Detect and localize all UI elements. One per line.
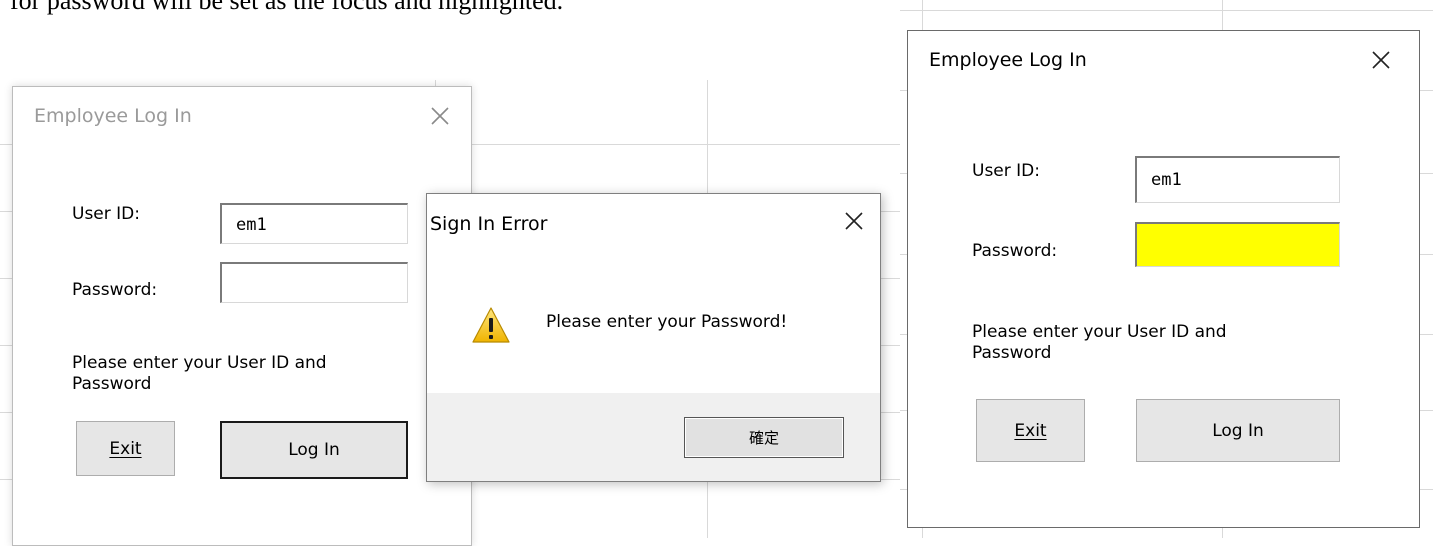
exit-button-label: Exit bbox=[109, 438, 142, 459]
sign-in-error-dialog: Sign In Error Please enter your Password… bbox=[426, 193, 881, 482]
exit-button[interactable]: Exit bbox=[976, 399, 1085, 462]
password-label: Password: bbox=[972, 241, 1058, 261]
login-dialog-left: Employee Log In User ID: em1 Password: P… bbox=[12, 86, 472, 546]
user-id-input[interactable]: em1 bbox=[220, 203, 408, 244]
login-button-label: Log In bbox=[1212, 420, 1264, 441]
dialog-title: Employee Log In bbox=[34, 105, 192, 127]
instruction-message: Please enter your User ID and Password bbox=[972, 322, 1227, 363]
error-dialog-title: Sign In Error bbox=[430, 213, 548, 235]
ok-button-label: 確定 bbox=[748, 429, 779, 447]
password-input[interactable] bbox=[220, 262, 408, 303]
exit-button-label: Exit bbox=[1014, 420, 1047, 441]
password-label: Password: bbox=[72, 280, 158, 300]
user-id-label: User ID: bbox=[972, 161, 1040, 181]
close-icon[interactable] bbox=[843, 210, 865, 232]
error-message: Please enter your Password! bbox=[546, 312, 788, 332]
user-id-label: User ID: bbox=[72, 204, 140, 224]
close-icon[interactable] bbox=[429, 105, 451, 127]
login-button[interactable]: Log In bbox=[220, 421, 408, 479]
exit-button[interactable]: Exit bbox=[76, 421, 175, 476]
document-caption: for password will be set as the focus an… bbox=[10, 0, 564, 15]
dialog-title: Employee Log In bbox=[929, 49, 1087, 71]
ok-button[interactable]: 確定 bbox=[684, 417, 844, 458]
password-input[interactable] bbox=[1135, 222, 1340, 267]
close-icon[interactable] bbox=[1370, 49, 1392, 71]
user-id-input[interactable]: em1 bbox=[1135, 156, 1340, 203]
instruction-message: Please enter your User ID and Password bbox=[72, 353, 327, 394]
login-dialog-right: Employee Log In User ID: em1 Password: P… bbox=[907, 30, 1420, 528]
warning-icon bbox=[471, 305, 511, 345]
login-button[interactable]: Log In bbox=[1136, 399, 1340, 462]
login-button-label: Log In bbox=[288, 440, 340, 460]
